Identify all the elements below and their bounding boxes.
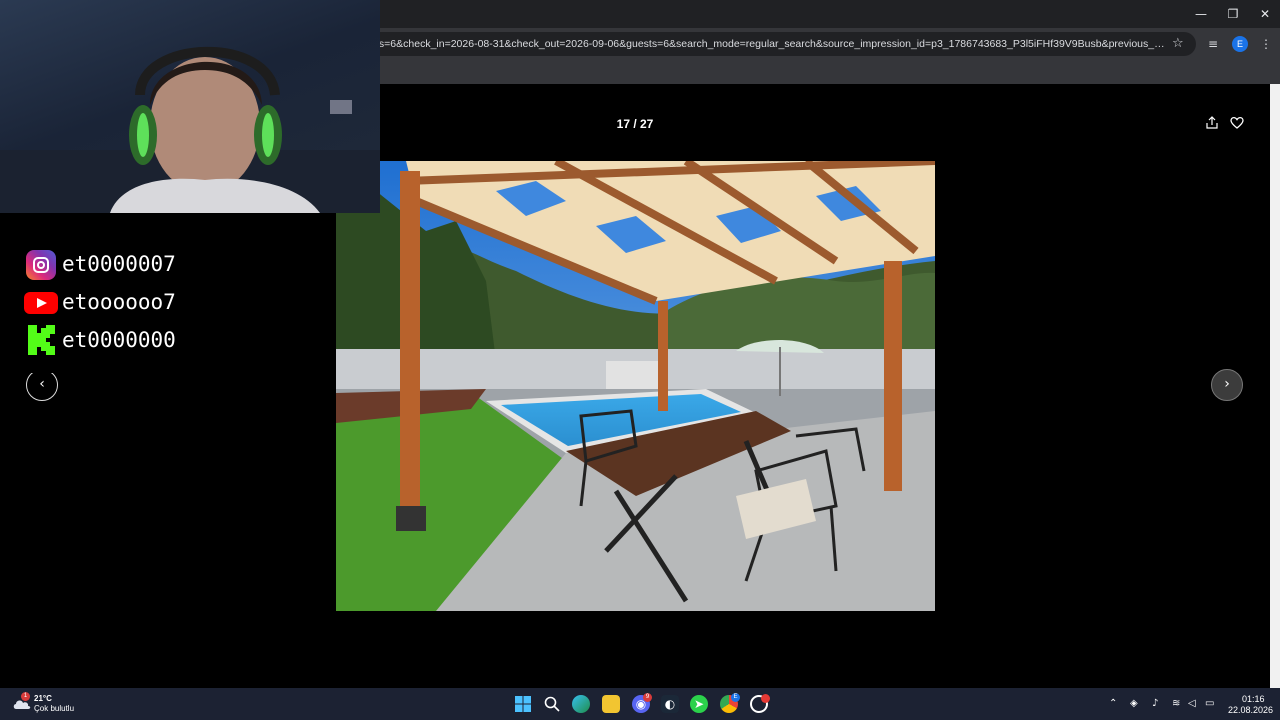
discord-badge: 9 <box>643 693 652 702</box>
profile-avatar[interactable]: E <box>1232 36 1248 52</box>
social-handles-panel: et0000007 etoooooo7 et0000000 <box>0 213 336 373</box>
chrome-profile-badge: E <box>731 693 740 702</box>
save-button[interactable] <box>1226 112 1248 134</box>
search-icon <box>544 696 560 712</box>
edge-app[interactable] <box>572 695 590 713</box>
menu-kebab-icon[interactable]: ⋮ <box>1260 36 1272 52</box>
bookmark-star-icon[interactable]: ☆ <box>1172 36 1184 52</box>
obs-recording-badge <box>761 694 770 703</box>
heart-icon <box>1230 116 1244 129</box>
file-explorer-app[interactable] <box>602 695 620 713</box>
search-button[interactable] <box>543 695 561 713</box>
instagram-icon <box>26 250 56 280</box>
restore-button[interactable]: ❐ <box>1216 6 1250 22</box>
minimize-button[interactable]: — <box>1184 6 1218 22</box>
tray-app-icon[interactable]: ◈ <box>1130 697 1138 711</box>
close-button[interactable]: ✕ <box>1248 6 1280 22</box>
instagram-handle: et0000007 <box>62 252 176 276</box>
media-control-icon[interactable]: ≡ <box>1208 36 1218 52</box>
next-photo-button[interactable]: › <box>1211 369 1243 401</box>
start-button[interactable] <box>514 695 532 713</box>
webcam-overlay <box>0 0 380 213</box>
windows-logo-icon <box>515 696 531 712</box>
weather-widget[interactable]: 1 21°C Çok bulutlu <box>10 691 80 717</box>
volume-icon[interactable]: ◁ <box>1188 697 1196 711</box>
kick-icon <box>28 325 55 355</box>
clock-date[interactable]: 22.08.2026 <box>1228 705 1273 715</box>
photo-counter: 17 / 27 <box>616 117 654 131</box>
tray-overflow-chevron-icon[interactable]: ⌃ <box>1109 697 1117 711</box>
address-url[interactable]: ts=6&check_in=2026-08-31&check_out=2026-… <box>376 36 1168 52</box>
clock-time[interactable]: 01:16 <box>1242 694 1265 704</box>
share-icon <box>1206 116 1218 129</box>
youtube-handle: etoooooo7 <box>62 290 176 314</box>
youtube-icon <box>24 292 58 314</box>
kick-handle: et0000000 <box>62 328 176 352</box>
gallery-photo <box>336 161 935 611</box>
arrow-app-icon: ➤ <box>693 697 705 711</box>
steam-app[interactable]: ◐ <box>661 695 679 713</box>
microphone-icon[interactable]: ♪ <box>1152 697 1158 711</box>
wifi-icon[interactable]: ≋ <box>1172 697 1180 711</box>
share-button[interactable] <box>1201 112 1223 134</box>
weather-alert-badge: 1 <box>21 692 30 701</box>
steam-icon: ◐ <box>664 697 676 711</box>
spotify-like-app[interactable]: ➤ <box>690 695 708 713</box>
battery-icon[interactable]: ▭ <box>1205 697 1214 711</box>
previous-photo-button[interactable]: ‹ <box>26 369 58 401</box>
weather-desc: Çok bulutlu <box>34 704 75 713</box>
page-scrollbar[interactable] <box>1270 84 1280 688</box>
weather-temp: 21°C <box>34 694 52 703</box>
